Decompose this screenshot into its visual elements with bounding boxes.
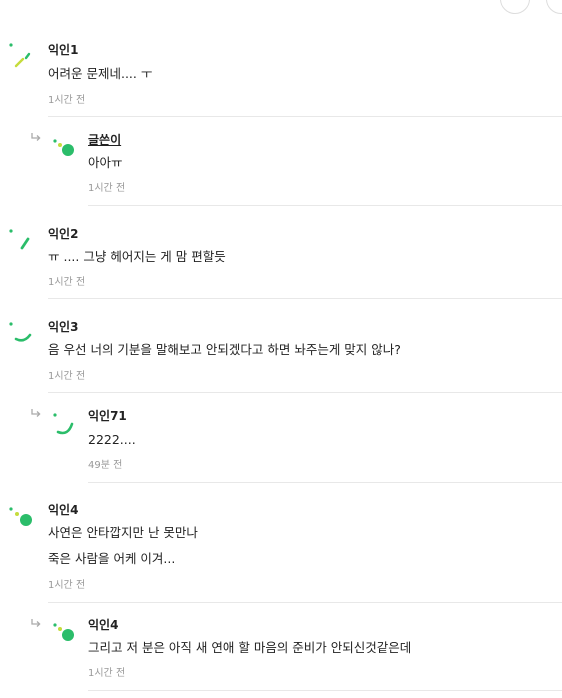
green-arc-avatar-icon	[9, 322, 32, 342]
comment-author[interactable]: 익인71	[88, 409, 127, 423]
comment-author[interactable]: 익인3	[48, 320, 78, 334]
comment-text: 음 우선 너의 기분을 말해보고 안되겠다고 하면 놔주는게 맞지 않나?	[48, 342, 401, 357]
comment-time: 49분 전	[88, 460, 123, 471]
comment-text: 죽은 사람을 어케 이겨...	[48, 551, 176, 566]
comment-text: ㅠ .... 그냥 헤어지는 게 맘 편할듯	[48, 249, 226, 264]
comment-time: 1시간 전	[88, 668, 126, 679]
green-slash-avatar-icon	[9, 43, 31, 68]
top-circle-button-1[interactable]	[500, 0, 530, 14]
comment-text: 사연은 안타깝지만 난 못만나	[48, 525, 198, 540]
comment-divider	[88, 482, 562, 483]
comment-time: 1시간 전	[48, 371, 86, 382]
comment-time: 1시간 전	[48, 277, 86, 288]
comment-divider	[88, 205, 562, 206]
comment-divider	[48, 298, 562, 299]
comment-author[interactable]: 익인1	[48, 43, 78, 57]
reply-arrow-icon	[31, 133, 41, 141]
comment-divider	[88, 690, 562, 691]
comment-divider	[48, 602, 562, 603]
comment-time: 1시간 전	[48, 95, 86, 106]
green-arc-avatar-icon	[53, 413, 74, 435]
comment-text: 그리고 저 분은 아직 새 연애 할 마음의 준비가 안되신것같은데	[88, 640, 412, 655]
comment-author[interactable]: 익인2	[48, 227, 78, 241]
comment-text: 아아ㅠ	[88, 155, 123, 170]
comment-text: 2222....	[88, 432, 136, 447]
reply-arrow-icon	[31, 619, 41, 627]
comment-author[interactable]: 글쓴이	[88, 133, 121, 147]
top-controls	[500, 0, 562, 14]
green-dot-avatar-icon	[9, 507, 32, 526]
comment-divider	[48, 116, 562, 117]
comment-author[interactable]: 익인4	[48, 503, 78, 517]
reply-arrow-icon	[31, 409, 41, 417]
comment-divider	[48, 392, 562, 393]
green-dot-avatar-icon	[53, 139, 74, 156]
green-slash-avatar-icon	[9, 229, 30, 250]
green-dot-avatar-icon	[53, 623, 74, 641]
comment-time: 1시간 전	[88, 183, 126, 194]
comment-author[interactable]: 익인4	[88, 618, 118, 632]
comment-time: 1시간 전	[48, 580, 86, 591]
comment-text: 어려운 문제네.... ㅜ	[48, 66, 153, 81]
top-circle-button-2[interactable]	[546, 0, 562, 14]
